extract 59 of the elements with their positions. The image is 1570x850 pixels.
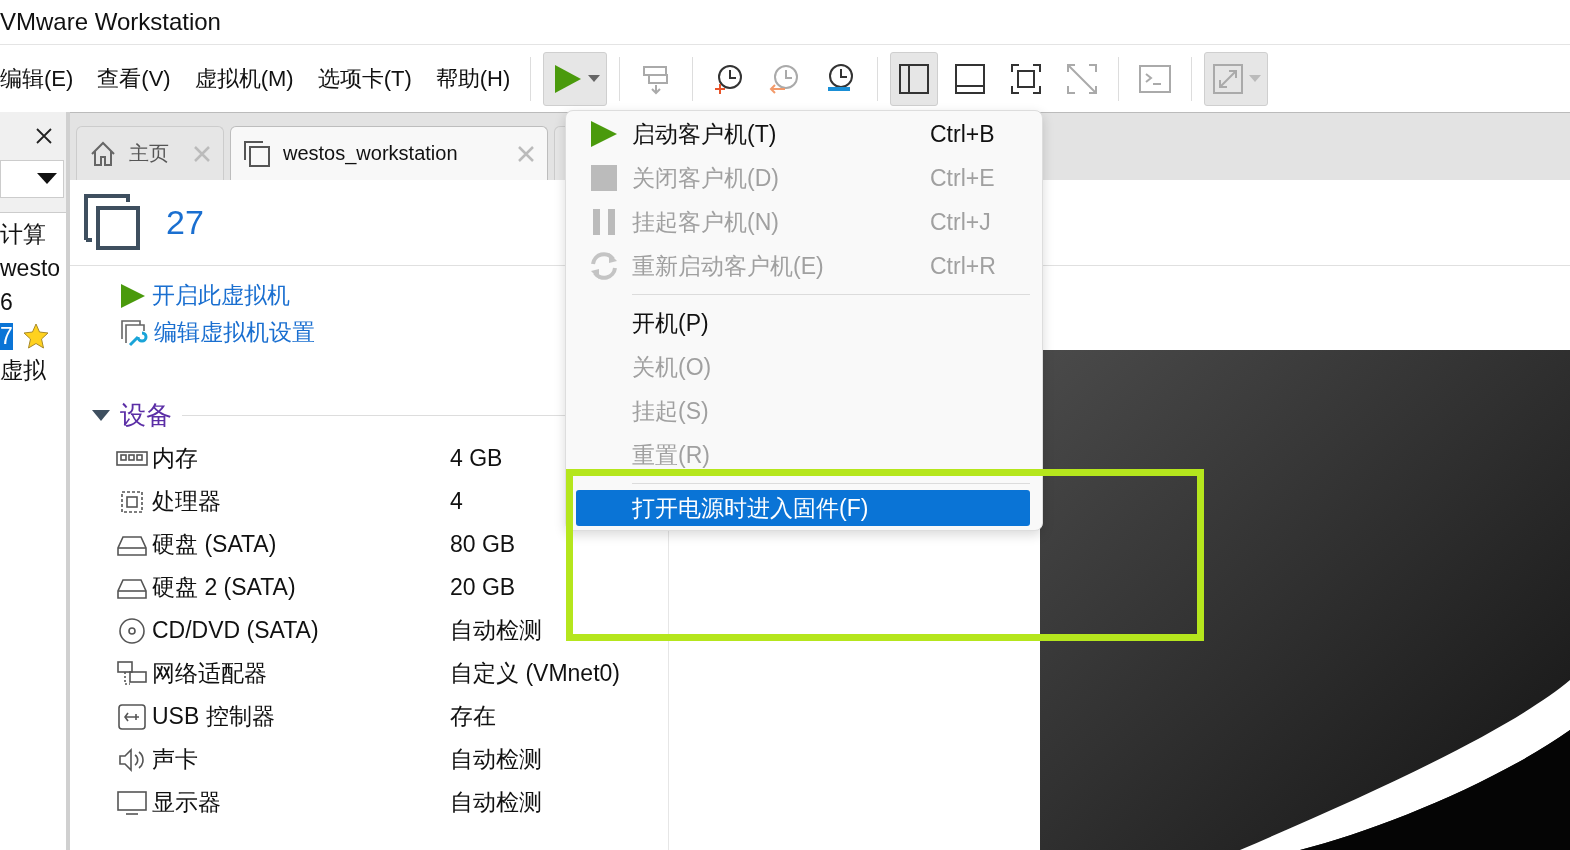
- library-item[interactable]: 7: [0, 322, 13, 350]
- device-name: 处理器: [152, 487, 221, 516]
- tab[interactable]: westos_workstation: [230, 126, 548, 180]
- close-icon[interactable]: [36, 128, 52, 144]
- library-item[interactable]: westo: [0, 254, 61, 282]
- device-value: 4 GB: [450, 445, 503, 472]
- vm-icon: [243, 139, 271, 168]
- vm-name: 27: [166, 203, 204, 242]
- library-item[interactable]: 虚拟: [0, 354, 46, 386]
- device-value: 80 GB: [450, 531, 516, 558]
- usb-icon: [116, 702, 148, 731]
- device-name: 内存: [152, 444, 198, 473]
- restart-icon: [589, 251, 619, 281]
- tab[interactable]: 主页: [76, 126, 224, 180]
- device-name: USB 控制器: [152, 702, 275, 731]
- menu-item[interactable]: 选项卡(T): [309, 63, 420, 94]
- device-name: 声卡: [152, 745, 198, 774]
- device-value: 自动检测: [450, 616, 542, 645]
- collapse-icon[interactable]: [92, 409, 110, 422]
- menu-item[interactable]: 虚拟机(M): [186, 63, 302, 94]
- device-name: 硬盘 (SATA): [152, 530, 277, 559]
- unity-icon: [1065, 61, 1100, 96]
- view-sidebar-button[interactable]: [890, 51, 939, 106]
- vm-icon: [84, 193, 142, 252]
- fullscreen-icon: [1009, 61, 1044, 96]
- view-sidebar-icon: [897, 61, 932, 96]
- play-icon: [590, 120, 618, 148]
- library-item[interactable]: 6: [0, 288, 13, 316]
- settings-icon: [120, 318, 148, 347]
- view-bottom-icon: [953, 61, 988, 96]
- device-value: 存在: [450, 702, 496, 731]
- menu-item[interactable]: 启动客户机(T) Ctrl+B: [576, 112, 1030, 156]
- stretch-icon: [1211, 61, 1246, 96]
- play-button[interactable]: [543, 51, 608, 106]
- caret-icon[interactable]: [37, 173, 57, 185]
- home-icon: [89, 139, 117, 168]
- device-name: 硬盘 2 (SATA): [152, 573, 296, 602]
- window-title: VMware Workstation: [0, 8, 221, 36]
- menu-item[interactable]: 查看(V): [89, 63, 179, 94]
- pause-icon: [591, 208, 617, 236]
- device-name: 网络适配器: [152, 659, 267, 688]
- device-value: 自动检测: [450, 788, 542, 817]
- library-item[interactable]: 计算: [0, 218, 46, 250]
- display-icon: [116, 788, 148, 817]
- device-name: CD/DVD (SATA): [152, 617, 319, 644]
- device-value: 自动检测: [450, 745, 542, 774]
- device-value: 20 GB: [450, 574, 516, 601]
- device-value: 自定义 (VMnet0): [450, 659, 620, 688]
- stop-icon: [590, 164, 618, 192]
- device-value: 4: [450, 488, 463, 515]
- cdrom-icon: [116, 616, 148, 645]
- menu-item[interactable]: 帮助(H): [427, 63, 519, 94]
- menu-item[interactable]: 编辑(E): [0, 63, 82, 94]
- device-name: 显示器: [152, 788, 221, 817]
- network-icon: [116, 659, 148, 688]
- library-dropdown[interactable]: [0, 160, 64, 198]
- section-heading[interactable]: 设备: [120, 398, 172, 433]
- menu-item[interactable]: 打开电源时进入固件(F): [576, 490, 1030, 526]
- play-icon: [120, 282, 146, 309]
